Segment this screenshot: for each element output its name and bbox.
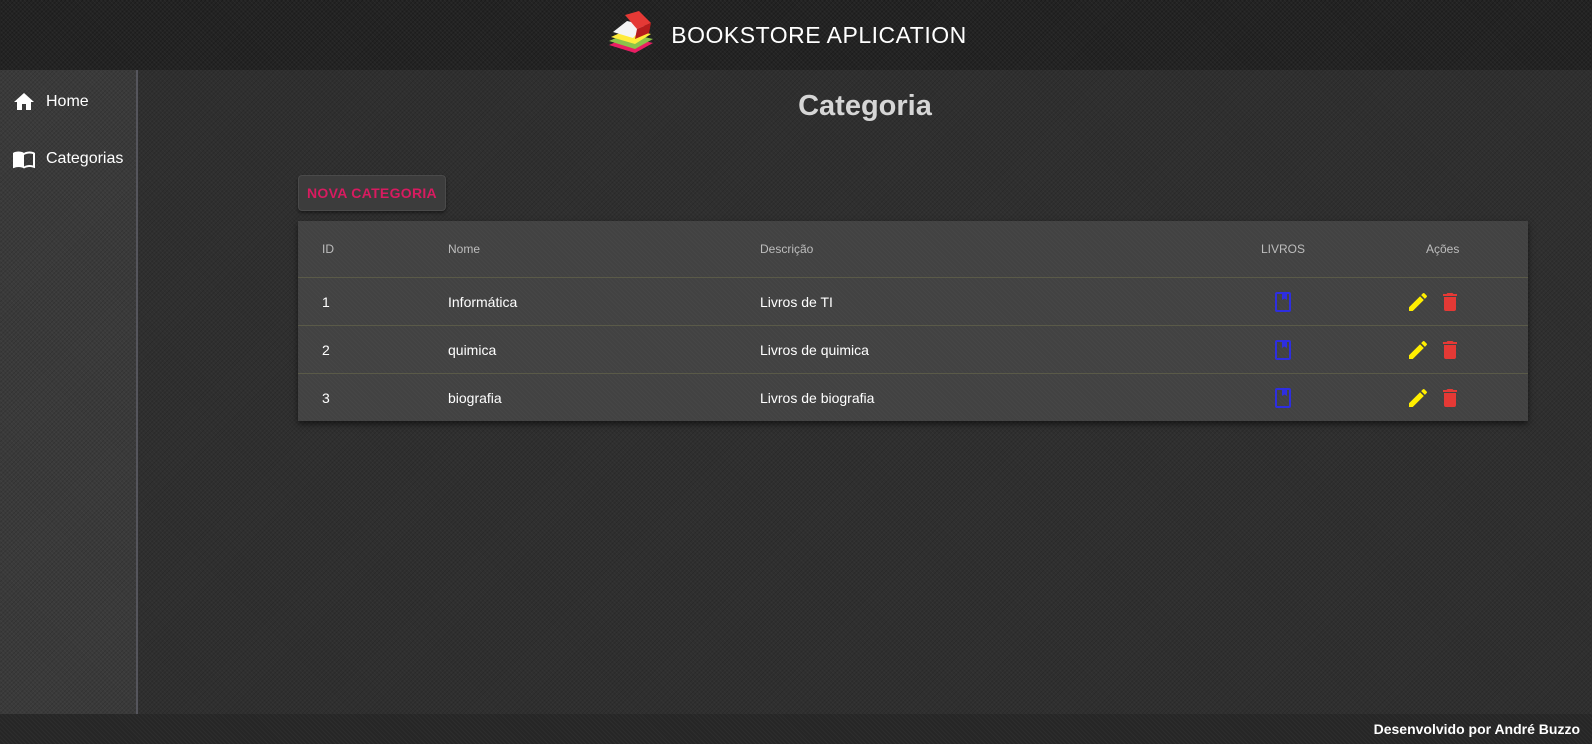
sidebar-item-home[interactable]: Home <box>0 88 136 115</box>
cell-nome: biografia <box>448 390 502 406</box>
cell-acoes <box>1406 326 1462 373</box>
cell-descricao: Livros de quimica <box>760 341 869 358</box>
cell-livros <box>1248 374 1318 422</box>
column-header-acoes: Ações <box>1426 242 1460 256</box>
footer: Desenvolvido por André Buzzo <box>0 714 1592 744</box>
edit-pencil-icon[interactable] <box>1406 338 1430 362</box>
cell-livros <box>1248 326 1318 373</box>
sidebar-item-categorias[interactable]: Categorias <box>0 135 136 182</box>
book-open-icon <box>13 151 35 168</box>
footer-credit: Desenvolvido por André Buzzo <box>1373 721 1580 737</box>
app-title: BOOKSTORE APLICATION <box>671 21 967 48</box>
sidebar-item-label: Categorias <box>46 149 124 167</box>
delete-trash-icon[interactable] <box>1438 338 1462 362</box>
book-list-icon[interactable] <box>1271 338 1295 362</box>
cell-nome: Informática <box>448 293 518 310</box>
cell-nome: quimica <box>448 341 497 358</box>
cell-acoes <box>1406 278 1462 325</box>
edit-pencil-icon[interactable] <box>1406 290 1430 314</box>
column-header-livros: LIVROS <box>1260 242 1305 256</box>
book-list-icon[interactable] <box>1271 386 1295 410</box>
edit-pencil-icon[interactable] <box>1406 386 1430 410</box>
sidebar: Home Categorias <box>0 70 138 714</box>
table-header-row: ID Nome Descrição LIVROS Ações <box>298 221 1528 278</box>
cell-descricao: Livros de biografia <box>760 390 875 406</box>
new-category-button[interactable]: NOVA CATEGORIA <box>298 175 446 211</box>
column-header-nome: Nome <box>448 242 481 256</box>
cell-id: 1 <box>322 293 330 310</box>
column-header-descricao: Descrição <box>760 242 814 256</box>
cell-descricao: Livros de TI <box>760 293 833 310</box>
cell-acoes <box>1406 374 1462 422</box>
column-header-id: ID <box>322 242 334 256</box>
top-app-bar: BOOKSTORE APLICATION <box>0 0 1592 70</box>
delete-trash-icon[interactable] <box>1438 290 1462 314</box>
categories-table: ID Nome Descrição LIVROS Ações 1 Informá… <box>298 221 1528 421</box>
page-title: Categoria <box>798 90 932 122</box>
table-row: 2 quimica Livros de quimica <box>298 326 1528 374</box>
home-icon <box>14 92 34 110</box>
delete-trash-icon[interactable] <box>1438 386 1462 410</box>
sidebar-item-label: Home <box>46 92 89 110</box>
table-row: 1 Informática Livros de TI <box>298 278 1528 326</box>
books-stack-icon <box>609 11 654 53</box>
table-row: 3 biografia Livros de biografia <box>298 374 1528 422</box>
cell-id: 2 <box>322 341 330 358</box>
cell-id: 3 <box>322 390 330 406</box>
cell-livros <box>1248 278 1318 325</box>
book-list-icon[interactable] <box>1271 290 1295 314</box>
